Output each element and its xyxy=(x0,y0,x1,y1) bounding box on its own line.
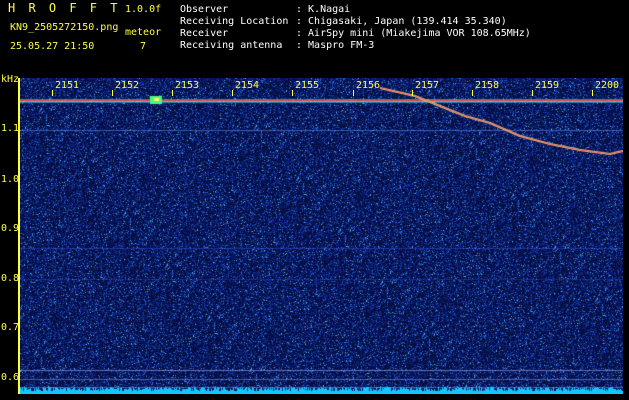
location-value: : Chigasaki, Japan (139.414 35.340) xyxy=(296,16,507,27)
ytick-label: 1.1 xyxy=(1,123,20,134)
filename-label: KN9_2505272150.png xyxy=(10,22,119,33)
ytick-label: 0.6 xyxy=(1,372,20,383)
time-tick xyxy=(532,90,533,96)
time-tick-label: 2155 xyxy=(295,80,320,91)
antenna-label: Receiving antenna xyxy=(180,40,283,51)
antenna-value: : Maspro FM-3 xyxy=(296,40,375,51)
time-tick xyxy=(412,90,413,96)
time-tick-label: 2156 xyxy=(356,80,381,91)
time-tick xyxy=(112,90,113,96)
observer-value: : K.Nagai xyxy=(296,4,351,15)
location-label: Receiving Location xyxy=(180,16,289,27)
time-tick-label: 2151 xyxy=(55,80,80,91)
datetime-label: 25.05.27 21:50 xyxy=(10,41,95,52)
time-tick xyxy=(292,90,293,96)
time-tick xyxy=(472,90,473,96)
time-tick xyxy=(353,90,354,96)
time-tick-label: 2154 xyxy=(235,80,260,91)
time-tick-label: 2157 xyxy=(415,80,440,91)
unit-label: kHz xyxy=(1,74,20,85)
ytick-label: 1.0 xyxy=(1,174,20,185)
receiver-label: Receiver xyxy=(180,28,229,39)
ytick-label: 0.8 xyxy=(1,273,20,284)
time-tick xyxy=(592,90,593,96)
time-tick-label: 2200 xyxy=(595,80,620,91)
count-label: 7 xyxy=(140,41,147,52)
time-tick-label: 2152 xyxy=(115,80,140,91)
time-tick-label: 2159 xyxy=(535,80,560,91)
time-tick xyxy=(172,90,173,96)
ytick-label: 0.9 xyxy=(1,223,20,234)
receiver-value: : AirSpy mini (Miakejima VOR 108.65MHz) xyxy=(296,28,531,39)
spectrogram-window: H R O F F T 1.0.0f KN9_2505272150.png me… xyxy=(0,0,629,400)
spectrogram-canvas xyxy=(20,78,623,394)
ytick-label: 0.7 xyxy=(1,322,20,333)
time-tick xyxy=(232,90,233,96)
spectrogram-plot xyxy=(20,78,623,394)
mode-label: meteor xyxy=(125,27,162,38)
time-tick-label: 2153 xyxy=(175,80,200,91)
time-tick-label: 2158 xyxy=(475,80,500,91)
version-label: 1.0.0f xyxy=(125,4,162,15)
app-title: H R O F F T xyxy=(8,1,121,15)
observer-label: Observer xyxy=(180,4,229,15)
time-tick xyxy=(52,90,53,96)
